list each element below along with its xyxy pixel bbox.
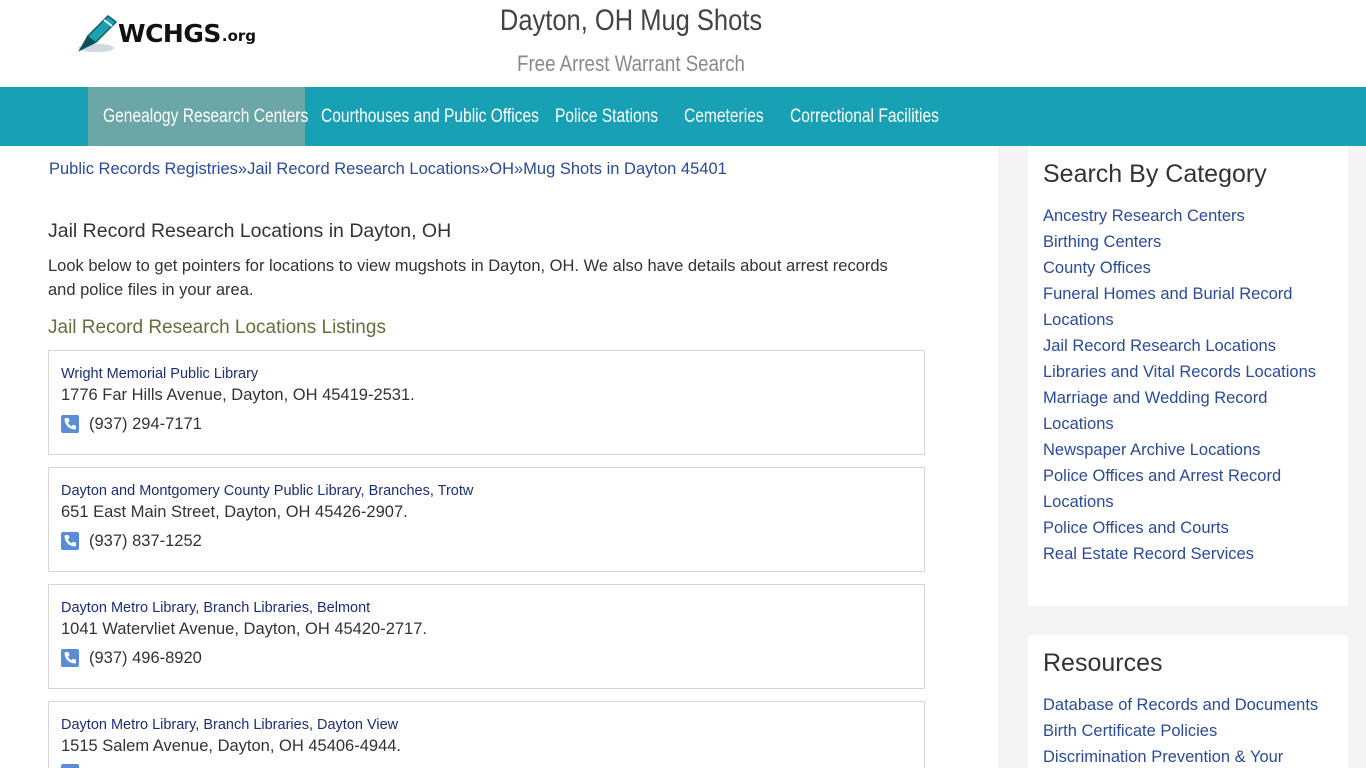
listing-card: Dayton and Montgomery County Public Libr… (48, 467, 925, 572)
breadcrumb-public-records[interactable]: Public Records Registries (49, 160, 238, 178)
category-link[interactable]: Marriage and Wedding Record Locations (1043, 385, 1333, 437)
resources-widget: Resources Database of Records and Docume… (1028, 635, 1348, 768)
listing-name-link[interactable]: Dayton Metro Library, Branch Libraries, … (61, 717, 398, 733)
nav-item-cemeteries[interactable]: Cemeteries (684, 87, 781, 146)
listing-address: 1776 Far Hills Avenue, Dayton, OH 45419-… (61, 386, 415, 404)
category-link[interactable]: Police Offices and Courts (1043, 515, 1333, 541)
category-link[interactable]: Real Estate Record Services (1043, 541, 1333, 567)
section-heading: Jail Record Research Locations in Dayton… (48, 220, 452, 242)
category-link[interactable]: Libraries and Vital Records Locations (1043, 359, 1333, 385)
phone-icon (61, 764, 79, 768)
listing-phone: (937) 294-7171 (89, 415, 202, 433)
category-link[interactable]: Birthing Centers (1043, 229, 1333, 255)
breadcrumb-current[interactable]: Mug Shots in Dayton 45401 (523, 160, 727, 178)
breadcrumb-separator: » (513, 160, 524, 178)
listing-card: Wright Memorial Public Library 1776 Far … (48, 350, 925, 455)
breadcrumb-jail-records[interactable]: Jail Record Research Locations (247, 160, 480, 178)
page-title: Dayton, OH Mug Shots (499, 4, 763, 37)
listings-heading: Jail Record Research Locations Listings (48, 317, 386, 338)
listing-card: Dayton Metro Library, Branch Libraries, … (48, 584, 925, 689)
listing-phone: (937) 837-1252 (89, 532, 202, 550)
nav-item-courthouses[interactable]: Courthouses and Public Offices (321, 87, 587, 146)
category-link[interactable]: Newspaper Archive Locations (1043, 437, 1333, 463)
category-link[interactable]: Jail Record Research Locations (1043, 333, 1333, 359)
main-nav: Genealogy Research Centers Courthouses a… (0, 87, 1366, 146)
page-subtitle: Free Arrest Warrant Search (517, 51, 745, 76)
nav-item-police-stations[interactable]: Police Stations (555, 87, 681, 146)
resources-heading: Resources (1043, 649, 1163, 677)
site-logo[interactable]: WCHGS .org (74, 10, 256, 56)
pen-icon (78, 15, 118, 52)
category-link[interactable]: Ancestry Research Centers (1043, 203, 1333, 229)
listing-name-link[interactable]: Dayton and Montgomery County Public Libr… (61, 483, 473, 499)
listing-address: 1515 Salem Avenue, Dayton, OH 45406-4944… (61, 737, 402, 755)
logo-text: WCHGS (118, 18, 221, 48)
listing-address: 651 East Main Street, Dayton, OH 45426-2… (61, 503, 408, 521)
nav-item-correctional-facilities[interactable]: Correctional Facilities (790, 87, 972, 146)
breadcrumb: Public Records Registries»Jail Record Re… (49, 160, 727, 179)
resource-link[interactable]: Birth Certificate Policies (1043, 718, 1333, 744)
listing-phone: (937) 496-8920 (89, 649, 202, 667)
category-widget: Search By Category Ancestry Research Cen… (1028, 146, 1348, 606)
category-link[interactable]: Funeral Homes and Burial Record Location… (1043, 281, 1333, 333)
logo-suffix: .org (221, 27, 257, 45)
nav-item-genealogy-research-centers[interactable]: Genealogy Research Centers (88, 87, 308, 146)
phone-icon (61, 649, 79, 667)
listing-card: Dayton Metro Library, Branch Libraries, … (48, 701, 925, 768)
resource-link[interactable]: Discrimination Prevention & Your (1043, 744, 1333, 768)
breadcrumb-separator: » (237, 160, 248, 178)
breadcrumb-separator: » (480, 160, 490, 178)
listing-address: 1041 Watervliet Avenue, Dayton, OH 45420… (61, 620, 427, 638)
category-link[interactable]: County Offices (1043, 255, 1333, 281)
listing-name-link[interactable]: Wright Memorial Public Library (61, 366, 258, 382)
breadcrumb-state[interactable]: OH (489, 160, 514, 178)
category-link[interactable]: Police Offices and Arrest Record Locatio… (1043, 463, 1333, 515)
category-heading: Search By Category (1043, 160, 1267, 188)
intro-text: Look below to get pointers for locations… (48, 257, 888, 299)
listing-name-link[interactable]: Dayton Metro Library, Branch Libraries, … (61, 600, 370, 616)
resource-link[interactable]: Database of Records and Documents (1043, 692, 1333, 718)
phone-icon (61, 415, 79, 433)
phone-icon (61, 532, 79, 550)
site-header: WCHGS .org Dayton, OH Mug Shots Free Arr… (0, 0, 1366, 87)
